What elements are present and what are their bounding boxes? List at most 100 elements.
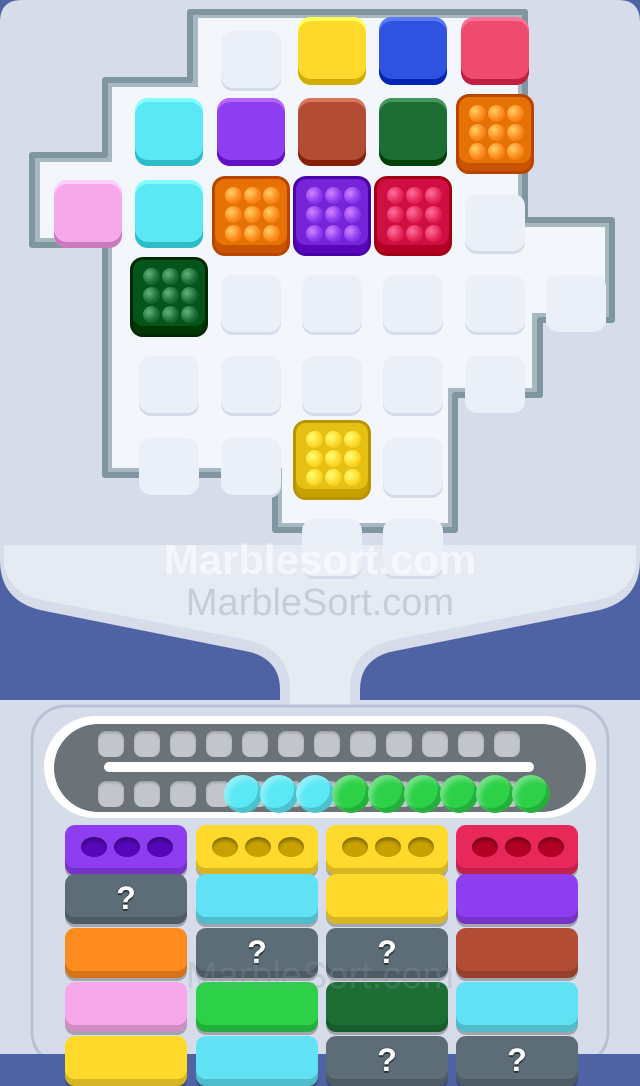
mystery-tube[interactable]: ? xyxy=(456,1036,578,1086)
block-marble xyxy=(324,205,342,223)
mystery-tube[interactable]: ? xyxy=(326,928,448,978)
question-mark-icon: ? xyxy=(377,934,397,970)
block-marble xyxy=(243,224,261,242)
tube-hole xyxy=(538,837,564,857)
empty-cell xyxy=(383,274,444,335)
color-block[interactable] xyxy=(54,179,122,248)
block-marble xyxy=(343,224,361,242)
color-tube[interactable] xyxy=(65,982,187,1032)
target-tube[interactable] xyxy=(326,825,448,875)
conveyor-marble xyxy=(224,775,262,813)
question-mark-icon: ? xyxy=(116,880,136,916)
block-marble xyxy=(487,124,505,142)
conveyor-slot xyxy=(134,731,160,757)
block-marble xyxy=(262,205,280,223)
color-block[interactable] xyxy=(379,17,448,85)
block-marble xyxy=(305,205,323,223)
empty-cell xyxy=(383,356,444,417)
marble-block[interactable] xyxy=(374,175,453,256)
block-marble xyxy=(343,186,361,204)
tube-hole xyxy=(342,837,368,857)
empty-cell xyxy=(545,274,606,335)
block-marble xyxy=(181,267,199,285)
marble-block[interactable] xyxy=(130,256,209,337)
block-marble xyxy=(262,186,280,204)
block-marble xyxy=(387,186,405,204)
conveyor-slot xyxy=(98,781,124,807)
empty-cell xyxy=(139,356,200,417)
block-marble xyxy=(468,124,486,142)
block-marble xyxy=(305,224,323,242)
empty-cell xyxy=(220,437,281,498)
question-mark-icon: ? xyxy=(507,1042,527,1078)
color-block[interactable] xyxy=(135,98,204,167)
empty-cell xyxy=(383,518,444,579)
empty-cell xyxy=(464,193,525,254)
color-tube[interactable] xyxy=(196,982,318,1032)
mystery-tube[interactable]: ? xyxy=(326,1036,448,1086)
empty-cell xyxy=(220,356,281,417)
tube-hole xyxy=(375,837,401,857)
conveyor-slot xyxy=(206,731,232,757)
block-marble xyxy=(343,449,361,467)
conveyor-marble xyxy=(404,775,442,813)
conveyor-slot xyxy=(458,731,484,757)
tube-hole xyxy=(114,837,140,857)
block-marble xyxy=(468,105,486,123)
target-tube[interactable] xyxy=(65,825,187,875)
target-tube[interactable] xyxy=(196,825,318,875)
conveyor-slot xyxy=(494,731,520,757)
color-tube[interactable] xyxy=(65,928,187,978)
color-block[interactable] xyxy=(297,98,366,167)
conveyor-slot xyxy=(98,731,124,757)
marble-block[interactable] xyxy=(292,175,371,256)
marble-block[interactable] xyxy=(292,419,371,500)
empty-cell xyxy=(301,356,362,417)
color-tube[interactable] xyxy=(65,1036,187,1086)
color-tube[interactable] xyxy=(456,874,578,924)
conveyor-marble xyxy=(440,775,478,813)
color-tube[interactable] xyxy=(456,982,578,1032)
block-marble xyxy=(224,205,242,223)
empty-cell xyxy=(464,356,525,417)
conveyor-marble xyxy=(476,775,514,813)
block-marble xyxy=(162,286,180,304)
color-block[interactable] xyxy=(297,17,366,85)
block-marble xyxy=(162,267,180,285)
block-marble xyxy=(324,468,342,486)
mystery-tube[interactable]: ? xyxy=(196,928,318,978)
block-marble xyxy=(425,186,443,204)
color-tube[interactable] xyxy=(196,1036,318,1086)
empty-cell xyxy=(383,437,444,498)
color-block[interactable] xyxy=(216,98,285,167)
conveyor-slot xyxy=(242,731,268,757)
block-marble xyxy=(343,468,361,486)
tube-hole xyxy=(81,837,107,857)
conveyor-marble xyxy=(512,775,550,813)
tube-hole xyxy=(245,837,271,857)
block-marble xyxy=(343,430,361,448)
conveyor-slot xyxy=(170,731,196,757)
block-marble xyxy=(406,186,424,204)
color-block[interactable] xyxy=(379,98,448,167)
block-marble xyxy=(487,143,505,161)
marble-block[interactable] xyxy=(211,175,290,256)
color-block[interactable] xyxy=(460,17,529,85)
block-marble xyxy=(305,430,323,448)
color-tube[interactable] xyxy=(196,874,318,924)
empty-cell xyxy=(220,31,281,91)
tube-hole xyxy=(505,837,531,857)
color-tube[interactable] xyxy=(326,982,448,1032)
block-marble xyxy=(243,186,261,204)
marble-block[interactable] xyxy=(455,94,534,175)
conveyor-marble xyxy=(332,775,370,813)
color-tube[interactable] xyxy=(456,928,578,978)
color-block[interactable] xyxy=(135,179,204,248)
target-tube[interactable] xyxy=(456,825,578,875)
empty-cell xyxy=(301,274,362,335)
mystery-tube[interactable]: ? xyxy=(65,874,187,924)
color-tube[interactable] xyxy=(326,874,448,924)
conveyor-slot xyxy=(386,731,412,757)
tube-hole xyxy=(212,837,238,857)
block-marble xyxy=(305,468,323,486)
